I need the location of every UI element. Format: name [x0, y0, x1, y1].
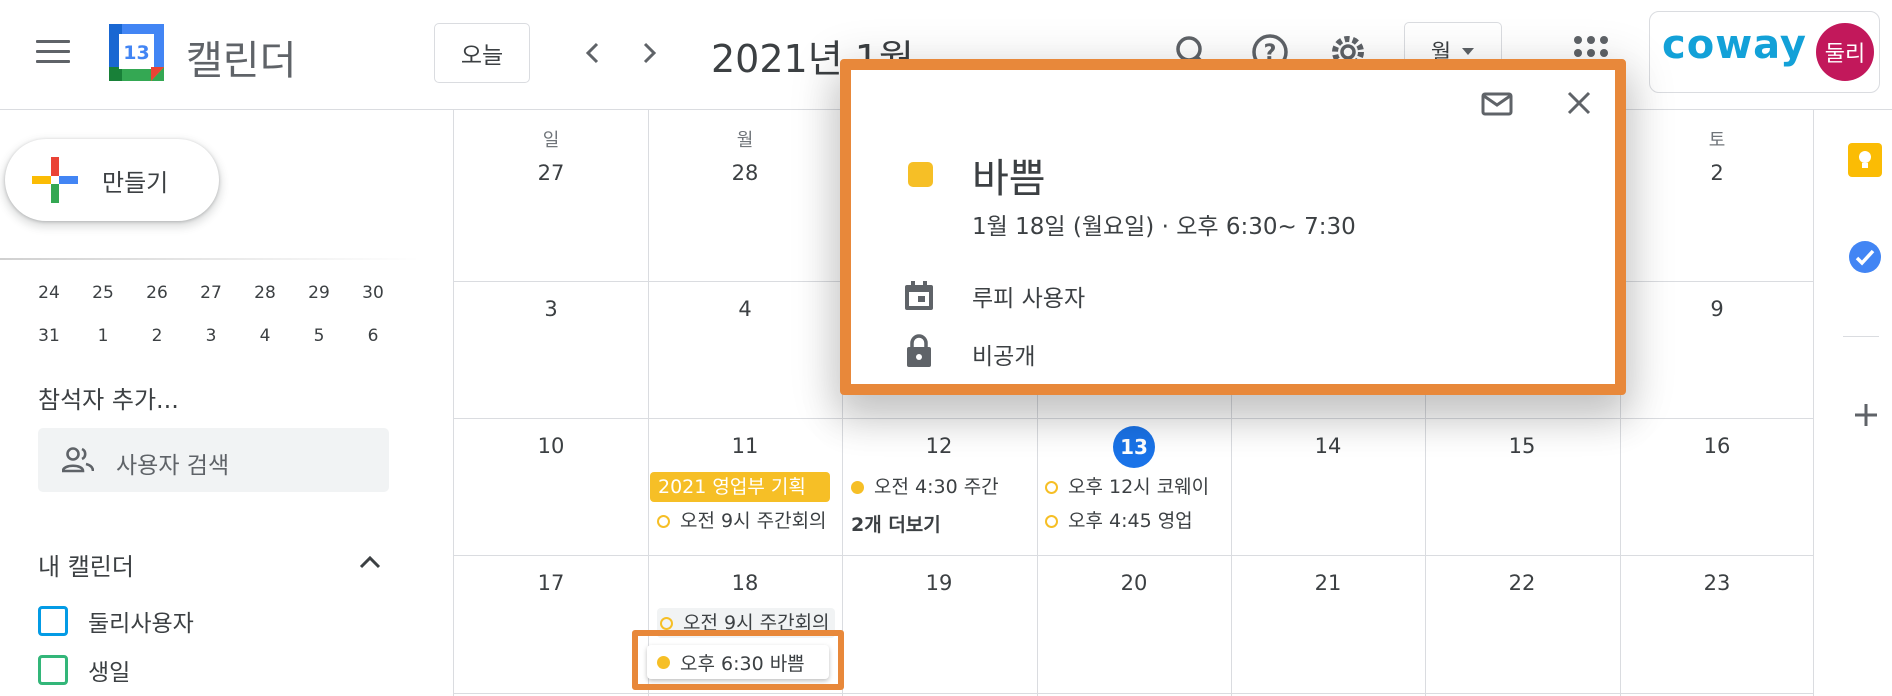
mini-calendar: 24 25 26 27 28 29 30 31 1 2 3 4 5 6 [22, 276, 422, 362]
day-number[interactable]: 17 [454, 571, 648, 595]
event-item[interactable]: 오전 9시 주간회의 [657, 506, 845, 536]
mini-calendar-day[interactable]: 4 [238, 319, 292, 362]
day-number[interactable]: 28 [648, 161, 842, 185]
event-item[interactable]: 오후 4:45 영업 [1045, 506, 1231, 536]
event-item[interactable]: 오전 4:30 주간 [851, 472, 1037, 502]
day-number[interactable]: 9 [1620, 297, 1814, 321]
people-icon [62, 447, 94, 473]
event-dot-icon [851, 480, 864, 494]
main-menu-icon[interactable] [36, 40, 70, 66]
calendar-item-dooly-user[interactable]: 둘리사용자 [38, 604, 194, 638]
dropdown-arrow-icon [1462, 48, 1475, 55]
day-number[interactable]: 18 [648, 571, 842, 595]
event-details-popup: 바쁨 1월 18일 (월요일) · 오후 6:30~ 7:30 루피 사용자 비… [840, 59, 1626, 395]
day-number[interactable]: 27 [454, 161, 648, 185]
mini-calendar-day[interactable]: 31 [22, 319, 76, 362]
mini-calendar-day[interactable]: 28 [238, 276, 292, 319]
event-time: 1월 18일 (월요일) · 오후 6:30~ 7:30 [972, 214, 1356, 240]
search-people-placeholder: 사용자 검색 [116, 453, 230, 479]
day-number[interactable]: 4 [648, 297, 842, 321]
create-event-button[interactable]: 만들기 [5, 139, 219, 221]
plus-colored-icon [32, 157, 78, 203]
mini-calendar-day[interactable]: 26 [130, 276, 184, 319]
mini-calendar-day[interactable]: 5 [292, 319, 346, 362]
email-icon[interactable] [1481, 92, 1513, 116]
organization-logo: coway [1662, 22, 1807, 68]
selected-event-highlight [632, 630, 844, 690]
day-number[interactable]: 22 [1425, 571, 1619, 595]
app-title: 캘린더 [186, 38, 297, 84]
weekday-header: 일 [542, 130, 560, 151]
mini-calendar-day[interactable]: 6 [346, 319, 400, 362]
event-label: 오전 4:30 주간 [874, 476, 999, 498]
calendar-checkbox[interactable] [38, 655, 68, 685]
create-button-label: 만들기 [102, 169, 169, 197]
all-day-event-chip[interactable]: 2021 영업부 기획 [650, 472, 830, 502]
calendar-item-label: 둘리사용자 [88, 611, 194, 637]
tasks-icon[interactable] [1848, 240, 1882, 274]
sidebar-divider [0, 258, 420, 260]
today-button[interactable]: 오늘 [434, 23, 530, 83]
day-number[interactable]: 23 [1620, 571, 1814, 595]
add-attendees-label: 참석자 추가... [38, 386, 179, 414]
calendar-checkbox[interactable] [38, 606, 68, 636]
day-number[interactable]: 20 [1037, 571, 1231, 595]
calendar-item-label: 생일 [88, 660, 131, 686]
calendar-icon [905, 281, 933, 310]
account-switcher[interactable]: coway 둘리 [1649, 11, 1880, 93]
lock-icon [907, 334, 931, 367]
day-number[interactable]: 16 [1620, 434, 1814, 458]
event-label: 오전 9시 주간회의 [680, 510, 827, 532]
mini-calendar-week: 31 1 2 3 4 5 6 [22, 319, 422, 362]
mini-calendar-week: 24 25 26 27 28 29 30 [22, 276, 422, 319]
svg-text:13: 13 [123, 42, 149, 64]
user-avatar[interactable]: 둘리 [1816, 23, 1874, 81]
weekday-header: 토 [1708, 130, 1726, 151]
mini-calendar-day[interactable]: 29 [292, 276, 346, 319]
day-number[interactable]: 21 [1231, 571, 1425, 595]
event-calendar-name: 루피 사용자 [972, 286, 1086, 312]
mini-calendar-day[interactable]: 1 [76, 319, 130, 362]
next-month-button[interactable] [632, 36, 666, 70]
calendar-logo-icon[interactable]: 13 [109, 24, 164, 81]
day-number[interactable]: 15 [1425, 434, 1619, 458]
event-visibility: 비공개 [972, 344, 1036, 370]
plus-icon[interactable] [1851, 400, 1881, 430]
event-title: 바쁨 [972, 156, 1046, 202]
more-events-link[interactable]: 2개 더보기 [851, 510, 941, 537]
event-dot-icon [660, 616, 673, 630]
day-number[interactable]: 2 [1620, 161, 1814, 185]
mini-calendar-day[interactable]: 3 [184, 319, 238, 362]
day-number[interactable]: 12 [842, 434, 1036, 458]
event-dot-icon [657, 514, 670, 528]
mini-calendar-day[interactable]: 25 [76, 276, 130, 319]
chevron-left-icon [585, 42, 599, 64]
mini-calendar-day[interactable]: 30 [346, 276, 400, 319]
event-label: 오후 4:45 영업 [1068, 510, 1193, 532]
today-day-number[interactable]: 13 [1113, 426, 1155, 468]
mini-calendar-day[interactable]: 2 [130, 319, 184, 362]
calendar-item-birthdays[interactable]: 생일 [38, 653, 130, 687]
previous-month-button[interactable] [576, 36, 610, 70]
event-item[interactable]: 오후 12시 코웨이 [1045, 472, 1231, 502]
search-people-input[interactable]: 사용자 검색 [38, 428, 389, 492]
event-dot-icon [1045, 514, 1058, 528]
weekday-header: 월 [736, 130, 754, 151]
event-dot-icon [1045, 480, 1058, 494]
day-number[interactable]: 14 [1231, 434, 1425, 458]
event-color-swatch [908, 162, 933, 187]
chevron-right-icon [643, 42, 657, 64]
mini-calendar-day[interactable]: 27 [184, 276, 238, 319]
day-number[interactable]: 3 [454, 297, 648, 321]
keep-notes-icon[interactable] [1848, 143, 1882, 177]
close-icon[interactable] [1566, 90, 1592, 116]
side-panel-divider [1843, 336, 1879, 337]
day-number[interactable]: 19 [842, 571, 1036, 595]
my-calendars-header[interactable]: 내 캘린더 [38, 547, 134, 582]
day-number[interactable]: 11 [648, 434, 842, 458]
chevron-up-icon[interactable] [356, 548, 384, 576]
event-label: 오후 12시 코웨이 [1068, 476, 1210, 498]
mini-calendar-day[interactable]: 24 [22, 276, 76, 319]
day-number[interactable]: 10 [454, 434, 648, 458]
